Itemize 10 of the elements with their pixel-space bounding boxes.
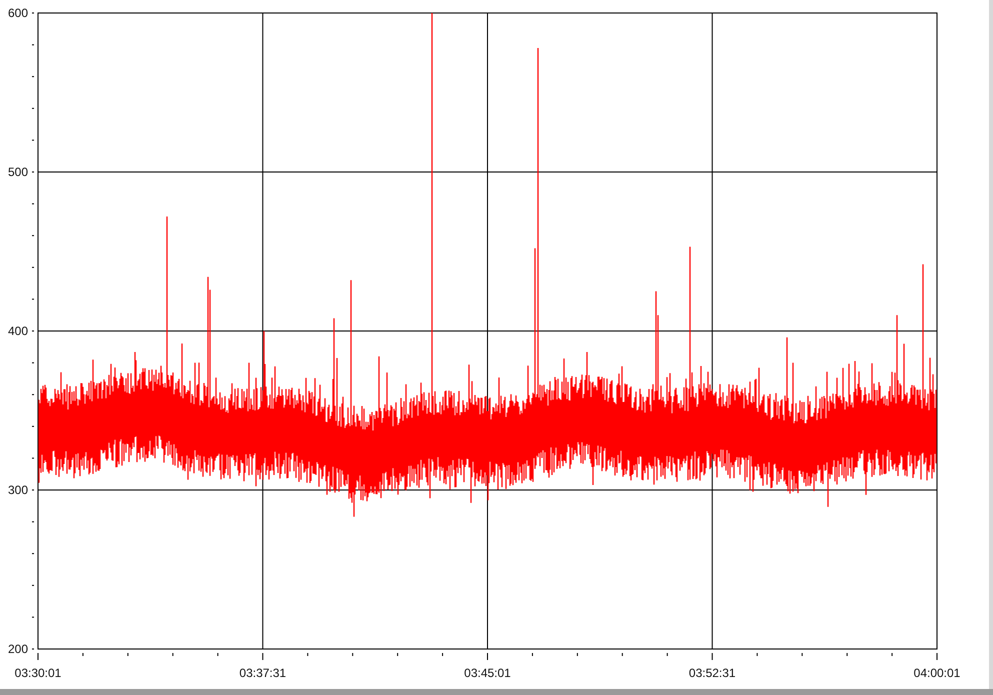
x-axis-label: 04:00:01 — [914, 666, 960, 680]
y-axis-label: 500 — [8, 165, 28, 179]
y-axis-label: 600 — [8, 6, 28, 20]
x-axis-label: 03:30:01 — [14, 666, 62, 680]
y-axis-label: 200 — [8, 642, 28, 656]
x-axis-label: 03:52:31 — [688, 666, 736, 680]
y-axis-label: 300 — [8, 483, 28, 497]
x-axis-label: 03:37:31 — [239, 666, 286, 680]
x-axis-label: 03:45:01 — [464, 666, 511, 680]
y-axis-label: 400 — [8, 324, 28, 338]
